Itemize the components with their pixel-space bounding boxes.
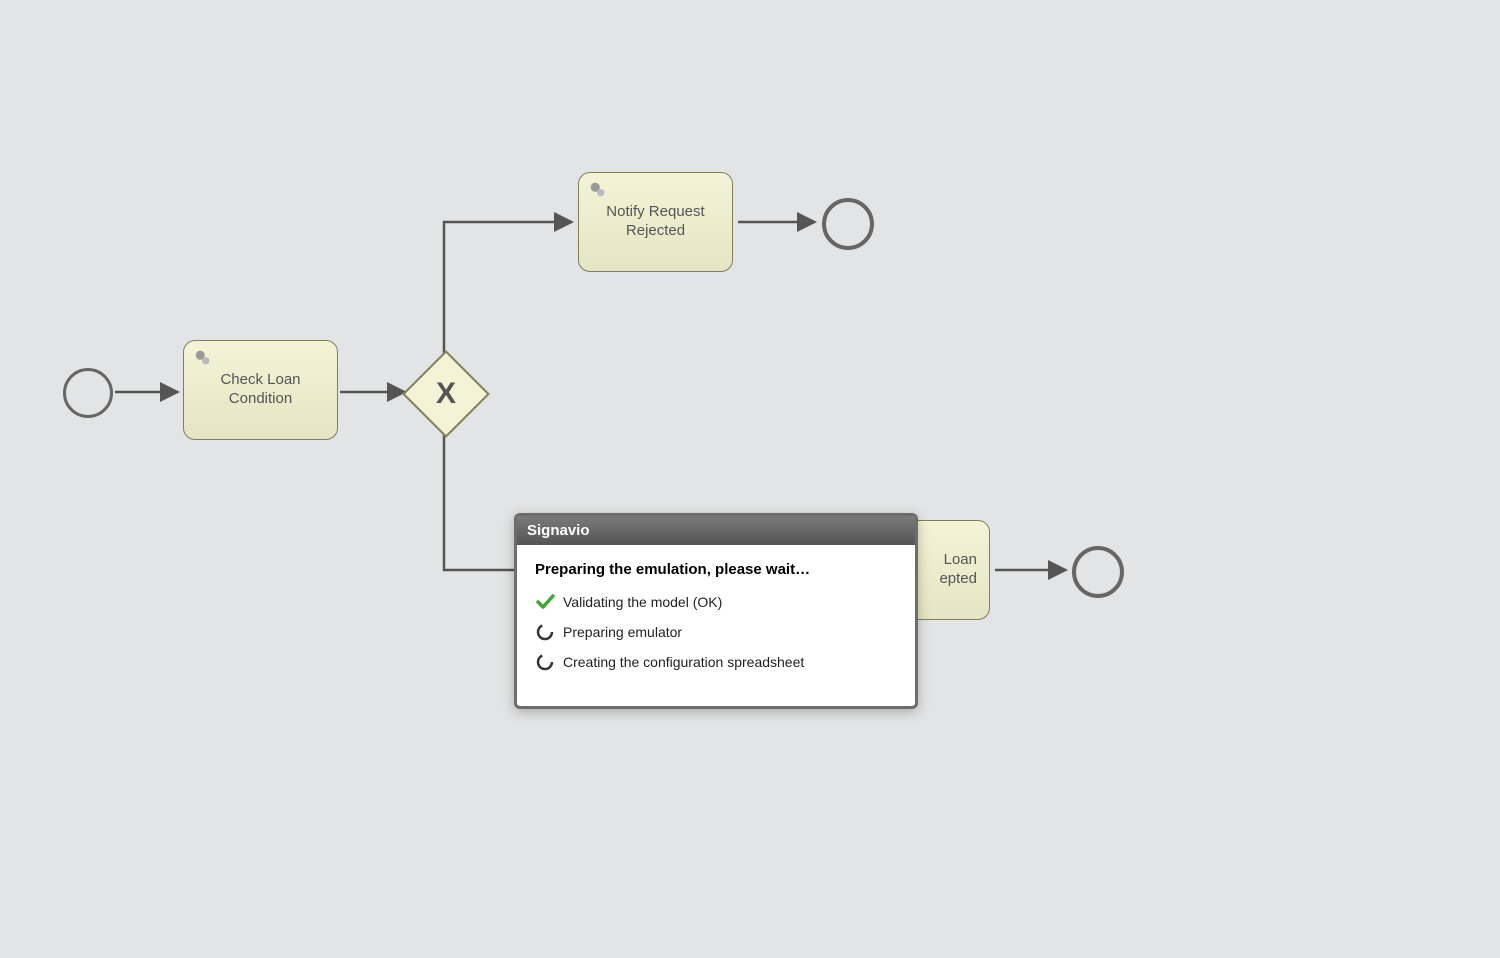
emulation-dialog: Signavio Preparing the emulation, please… <box>514 513 918 709</box>
dialog-body: Preparing the emulation, please wait… Va… <box>517 545 915 706</box>
task-label: Notify Request Rejected <box>585 203 726 241</box>
checkmark-icon <box>535 592 555 612</box>
bpmn-canvas[interactable]: Check Loan Condition X Notify Request Re… <box>0 0 1500 958</box>
service-task-icon <box>192 347 214 375</box>
start-event[interactable] <box>63 368 113 418</box>
task-notify-request-rejected[interactable]: Notify Request Rejected <box>578 172 733 272</box>
spinner-icon <box>535 622 555 642</box>
dialog-heading: Preparing the emulation, please wait… <box>535 561 897 578</box>
step-label: Preparing emulator <box>563 624 682 640</box>
exclusive-gateway[interactable]: X <box>402 350 490 438</box>
task-label: Check Loan Condition <box>190 371 331 409</box>
gateway-marker: X <box>436 377 456 411</box>
step-label: Validating the model (OK) <box>563 594 722 610</box>
end-event-rejected[interactable] <box>822 198 874 250</box>
dialog-title: Signavio <box>517 516 915 545</box>
step-row: Validating the model (OK) <box>535 592 897 612</box>
step-row: Preparing emulator <box>535 622 897 642</box>
service-task-icon <box>587 179 609 207</box>
spinner-icon <box>535 652 555 672</box>
end-event-accepted[interactable] <box>1072 546 1124 598</box>
step-label: Creating the configuration spreadsheet <box>563 654 804 670</box>
task-check-loan-condition[interactable]: Check Loan Condition <box>183 340 338 440</box>
connectors <box>0 0 1500 958</box>
step-row: Creating the configuration spreadsheet <box>535 652 897 672</box>
